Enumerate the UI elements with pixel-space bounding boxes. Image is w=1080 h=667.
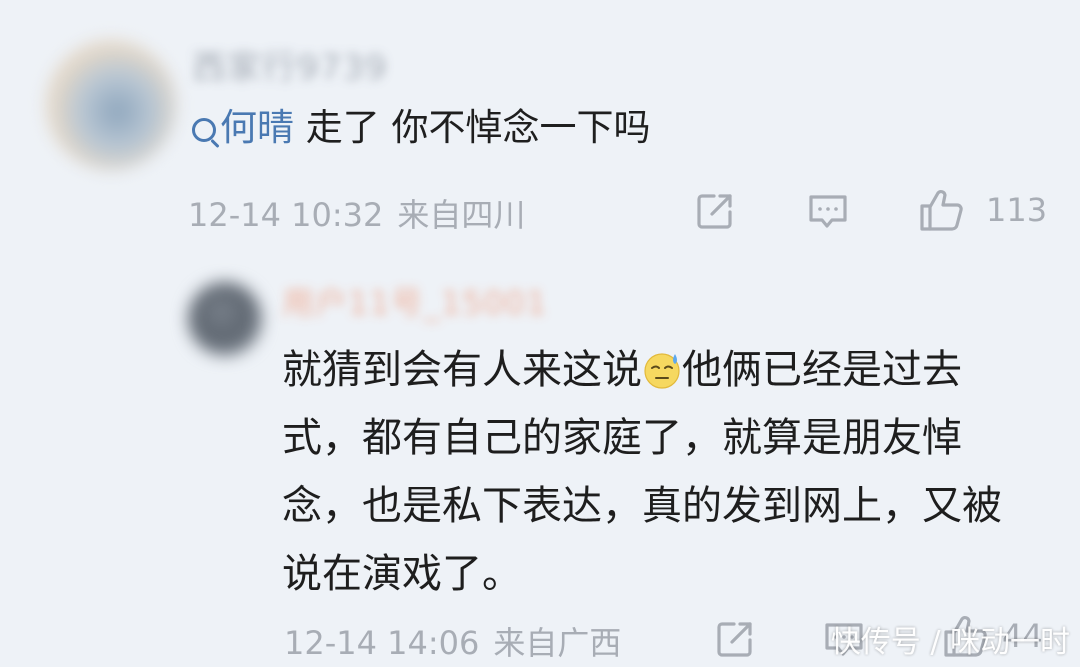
like-count: 113 <box>986 191 1048 229</box>
comment-button[interactable] <box>806 192 850 232</box>
sweat-smile-emoji <box>642 343 682 389</box>
comment-text: 何晴 走了 你不悼念一下吗 <box>192 100 651 156</box>
comment-username[interactable]: 西家行9739 <box>192 40 388 89</box>
avatar[interactable] <box>46 40 176 170</box>
comment-body: 走了 你不悼念一下吗 <box>294 106 651 149</box>
share-button[interactable] <box>694 190 736 232</box>
share-icon <box>714 618 756 660</box>
comment-date: 12-14 10:32 <box>188 196 384 234</box>
reply-share-button[interactable] <box>714 618 756 660</box>
comment-meta: 12-14 10:32 来自四川 <box>188 190 525 236</box>
reply-avatar[interactable] <box>188 282 262 356</box>
reply-text: 就猜到会有人来这说 他俩已经是过去式，都有自己的家庭了，就算是朋友悼念，也是私下… <box>282 336 1022 608</box>
mention-link[interactable]: 何晴 <box>192 106 294 149</box>
search-mention-icon <box>192 118 216 142</box>
comment-icon <box>806 192 850 232</box>
reply-username[interactable]: 用户11号_15001 <box>282 278 548 324</box>
reply-date: 12-14 14:06 <box>284 624 480 662</box>
reply-meta: 12-14 14:06 来自广西 <box>284 618 621 664</box>
comment-thread: 西家行9739 何晴 走了 你不悼念一下吗 12-14 10:32 来自四川 1… <box>0 0 1080 667</box>
watermark: 快传号 / 咪动一时 <box>830 625 1070 660</box>
comment-region: 来自四川 <box>397 196 526 234</box>
reply-region: 来自广西 <box>493 624 622 662</box>
like-button[interactable]: 113 <box>918 186 1047 234</box>
thumbs-up-icon <box>918 186 966 234</box>
reply-text-part-1: 就猜到会有人来这说 <box>282 347 642 393</box>
share-icon <box>694 190 736 232</box>
mention-name: 何晴 <box>220 106 294 149</box>
